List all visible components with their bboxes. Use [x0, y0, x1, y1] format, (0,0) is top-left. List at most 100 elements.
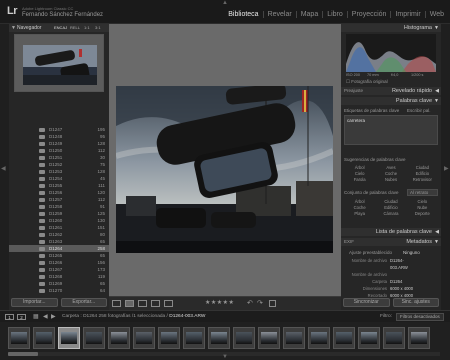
folder-row[interactable]: D1268 119	[9, 273, 109, 280]
filmstrip-thumbnail[interactable]	[83, 327, 105, 349]
grid-icon[interactable]: ▦	[33, 313, 39, 320]
folder-row[interactable]: D1249 128	[9, 140, 109, 147]
rotate-left-icon[interactable]: ↶	[247, 299, 253, 307]
keywords-collapse-icon[interactable]: ▼	[434, 98, 439, 104]
navigator-header[interactable]: ▼ Navegador ENCAJ RELL 1:1 3:1	[9, 24, 109, 32]
keyword-tags-mode[interactable]: Escribir pal.	[407, 108, 431, 113]
keyword-chip[interactable]: Ciudad	[407, 165, 438, 170]
filmstrip-thumbnail[interactable]	[158, 327, 180, 349]
zoom-fill-option[interactable]: RELL	[70, 25, 80, 30]
module-web[interactable]: Web	[424, 11, 448, 18]
folder-row[interactable]: D1250 112	[9, 147, 109, 154]
original-photo-checkbox[interactable]: ☐ Fotografía original	[346, 79, 388, 85]
keyword-list-header[interactable]: Lista de palabras clave ◀	[341, 228, 441, 236]
filmstrip-thumbnail[interactable]	[308, 327, 330, 349]
histogram-collapse-icon[interactable]: ▼	[434, 25, 439, 31]
filmstrip-thumbnail[interactable]	[333, 327, 355, 349]
metadata-preset[interactable]: EXIF	[344, 239, 354, 244]
filmstrip-thumbnail[interactable]	[258, 327, 280, 349]
zoom-1-1-option[interactable]: 1:1	[84, 25, 90, 30]
back-arrow-icon[interactable]: ◀	[43, 313, 48, 320]
quick-develop-expand-icon[interactable]: ◀	[435, 88, 439, 94]
keyword-set-select[interactable]: Al retrato	[407, 189, 438, 196]
keyword-chip[interactable]: Árbol	[344, 199, 375, 204]
histogram-header[interactable]: Histograma ▼	[341, 24, 441, 32]
metadata-preset-value[interactable]: Ninguno	[403, 250, 420, 255]
top-panel-toggle-icon[interactable]: ▲	[222, 0, 228, 6]
left-panel-toggle-icon[interactable]: ◀	[1, 165, 6, 172]
navigator-collapse-icon[interactable]: ▼	[11, 25, 16, 31]
grid-view-icon[interactable]	[112, 300, 121, 307]
keyword-tags-field[interactable]: carretera	[344, 115, 438, 145]
zoom-3-1-option[interactable]: 3:1	[95, 25, 101, 30]
star-rating[interactable]: ★★★★★	[205, 299, 234, 306]
keyword-chip[interactable]: Farola	[344, 177, 375, 182]
sync-button[interactable]: Sincronizar	[343, 298, 390, 307]
keyword-chip[interactable]: Árbol	[344, 165, 375, 170]
folder-row[interactable]: D1252 75	[9, 161, 109, 168]
folder-row[interactable]: D1265 65	[9, 252, 109, 259]
keywords-header[interactable]: Palabras clave ▼	[341, 97, 441, 105]
filmstrip-source[interactable]: Carpeta : D1264 258 fotografías /1 selec…	[62, 314, 205, 319]
keyword-chip[interactable]: Retrovisor	[407, 177, 438, 182]
filmstrip-scroll-thumb[interactable]	[8, 352, 38, 356]
main-window-button[interactable]: 1	[5, 314, 14, 320]
filmstrip-thumbnail[interactable]	[108, 327, 130, 349]
keyword-chip[interactable]: Coche	[375, 171, 406, 176]
module-biblioteca[interactable]: Biblioteca	[224, 11, 262, 18]
zoom-fit-option[interactable]: ENCAJ	[54, 25, 67, 30]
filmstrip-thumbnail[interactable]	[208, 327, 230, 349]
import-button[interactable]: Importar...	[11, 298, 58, 307]
filmstrip-thumbnail[interactable]	[8, 327, 30, 349]
keyword-chip[interactable]: Cámara	[375, 211, 406, 216]
folder-row[interactable]: D1248 95	[9, 133, 109, 140]
keyword-chip[interactable]: Playa	[344, 211, 375, 216]
keyword-chip[interactable]: Edificio	[375, 205, 406, 210]
info-overlay-icon[interactable]	[269, 300, 276, 307]
loupe-view-icon[interactable]	[125, 300, 134, 307]
folder-row[interactable]: D1270 64	[9, 287, 109, 294]
navigator-preview[interactable]	[14, 34, 104, 92]
metadata-value[interactable]: D1264-	[390, 258, 404, 263]
keyword-chip[interactable]: Deporte	[407, 211, 438, 216]
module-mapa[interactable]: Mapa	[295, 11, 323, 18]
folder-row[interactable]: D1263 65	[9, 238, 109, 245]
folder-row[interactable]: D1254 45	[9, 175, 109, 182]
keyword-chip[interactable]: Aves	[375, 165, 406, 170]
keyword-chip[interactable]: Ciudad	[375, 199, 406, 204]
filmstrip-thumbnail[interactable]	[408, 327, 430, 349]
filmstrip-thumbnail[interactable]	[133, 327, 155, 349]
metadata-value[interactable]: 6000 x 4000	[390, 286, 413, 291]
quick-develop-header[interactable]: Preajuste Revelado rápido ◀	[341, 87, 441, 95]
module-proyección[interactable]: Proyección	[346, 11, 391, 18]
folder-row[interactable]: D1255 111	[9, 182, 109, 189]
folder-row[interactable]: D1269 65	[9, 280, 109, 287]
keyword-chip[interactable]: Coche	[344, 205, 375, 210]
bottom-panel-toggle-icon[interactable]: ▼	[222, 354, 228, 360]
filmstrip-thumbnail[interactable]	[183, 327, 205, 349]
rotate-right-icon[interactable]: ↷	[257, 299, 263, 307]
keyword-chip[interactable]: Cielo	[344, 171, 375, 176]
metadata-value[interactable]: D1264	[390, 279, 402, 284]
folder-row[interactable]: D1253 128	[9, 168, 109, 175]
folder-row[interactable]: D1266 156	[9, 259, 109, 266]
keyword-chip[interactable]: Nubes	[375, 177, 406, 182]
keyword-chip[interactable]: Edificio	[407, 171, 438, 176]
module-libro[interactable]: Libro	[322, 11, 347, 18]
filmstrip-thumbnail[interactable]	[233, 327, 255, 349]
metadata-value[interactable]: 003.ARW	[390, 265, 408, 270]
filmstrip-thumbnail[interactable]	[33, 327, 55, 349]
folder-row[interactable]: D1259 125	[9, 210, 109, 217]
folder-row[interactable]: D1262 80	[9, 231, 109, 238]
folder-row[interactable]: D1267 173	[9, 266, 109, 273]
keyword-list-expand-icon[interactable]: ◀	[435, 229, 439, 235]
folder-row[interactable]: D1261 151	[9, 224, 109, 231]
module-revelar[interactable]: Revelar	[262, 11, 296, 18]
folder-row[interactable]: D1257 112	[9, 196, 109, 203]
metadata-collapse-icon[interactable]: ▼	[434, 239, 439, 245]
second-window-button[interactable]: 2	[17, 314, 26, 320]
keyword-chip[interactable]: Nube	[407, 205, 438, 210]
folder-row[interactable]: D1264 258	[9, 245, 109, 252]
filter-select[interactable]: Filtros desactivados	[396, 313, 444, 321]
quick-develop-preset[interactable]: Preajuste	[344, 88, 363, 93]
